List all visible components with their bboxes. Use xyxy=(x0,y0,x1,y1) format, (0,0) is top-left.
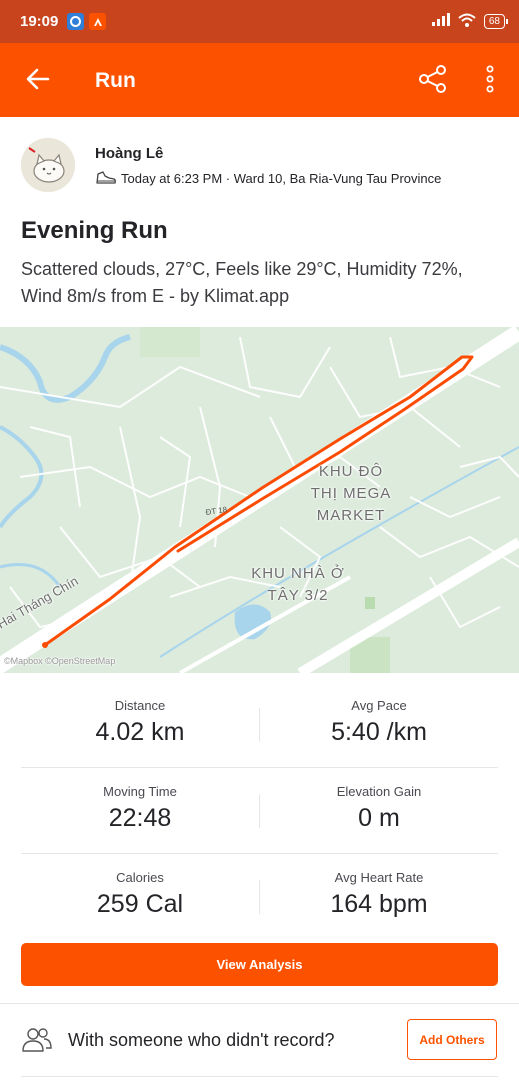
stat-value: 164 bpm xyxy=(330,890,428,918)
map-label-district-1: KHU ĐÔ THỊ MEGA MARKET xyxy=(310,463,392,524)
view-analysis-button[interactable]: View Analysis xyxy=(21,943,498,986)
map-attribution[interactable]: ©Mapbox ©OpenStreetMap xyxy=(4,654,115,668)
stat-label: Distance xyxy=(114,698,166,713)
map-label-district-2: KHU NHÀ Ở TÂY 3/2 xyxy=(251,565,345,604)
stat-value: 259 Cal xyxy=(96,890,184,918)
add-others-row: With someone who didn't record? Add Othe… xyxy=(0,1004,519,1076)
wifi-icon xyxy=(458,13,476,31)
people-icon xyxy=(22,1028,52,1052)
stat-row: Calories 259 Cal Avg Heart Rate 164 bpm xyxy=(21,854,498,939)
add-others-button[interactable]: Add Others xyxy=(407,1019,497,1060)
status-bar: 19:09 68 xyxy=(0,0,519,43)
app-notification-icon xyxy=(67,13,85,30)
app-bar: Run xyxy=(0,43,519,117)
route-start-marker xyxy=(42,642,48,648)
stat-label: Avg Pace xyxy=(351,698,407,713)
back-arrow-icon[interactable] xyxy=(24,65,52,93)
stat-avg-heart-rate: Avg Heart Rate 164 bpm xyxy=(260,854,498,919)
stat-label: Moving Time xyxy=(103,784,177,799)
avatar[interactable] xyxy=(21,138,75,192)
stat-calories: Calories 259 Cal xyxy=(21,854,259,919)
stat-label: Avg Heart Rate xyxy=(334,870,424,885)
athlete-name[interactable]: Hoàng Lê xyxy=(95,145,163,162)
battery-icon: 68 xyxy=(483,14,509,29)
stat-moving-time: Moving Time 22:48 xyxy=(21,768,259,833)
activity-title: Evening Run xyxy=(21,217,168,244)
stat-avg-pace: Avg Pace 5:40 /km xyxy=(260,682,498,747)
divider xyxy=(21,1076,498,1077)
stat-elevation-gain: Elevation Gain 0 m xyxy=(260,768,498,833)
status-time: 19:09 xyxy=(20,13,59,30)
stat-value: 5:40 /km xyxy=(331,718,427,746)
others-prompt: With someone who didn't record? xyxy=(68,1030,335,1050)
stat-row: Distance 4.02 km Avg Pace 5:40 /km xyxy=(21,682,498,768)
activity-description: Scattered clouds, 27°C, Feels like 29°C,… xyxy=(21,259,463,306)
page-title: Run xyxy=(95,69,136,92)
share-icon[interactable] xyxy=(417,63,449,95)
signal-icon xyxy=(431,13,450,30)
stat-label: Elevation Gain xyxy=(336,784,422,799)
stat-distance: Distance 4.02 km xyxy=(21,682,259,747)
stat-label: Calories xyxy=(116,870,164,885)
route-map[interactable]: ĐT 18 KHU ĐÔ THỊ MEGA MARKET KHU NHÀ Ở T… xyxy=(0,327,519,673)
activity-meta: Today at 6:23 PM · Ward 10, Ba Ria-Vung … xyxy=(95,170,441,186)
stat-value: 4.02 km xyxy=(95,718,185,746)
stats-grid: Distance 4.02 km Avg Pace 5:40 /km Movin… xyxy=(21,682,498,939)
more-vertical-icon[interactable] xyxy=(478,63,502,95)
stat-value: 22:48 xyxy=(108,804,172,832)
shoe-icon xyxy=(96,171,116,184)
athlete-header: Hoàng Lê Today at 6:23 PM · Ward 10, Ba … xyxy=(21,138,501,194)
strava-notification-icon xyxy=(89,13,107,30)
activity-meta-text: Today at 6:23 PM · Ward 10, Ba Ria-Vung … xyxy=(121,170,442,186)
stat-value: 0 m xyxy=(358,804,400,832)
stat-row: Moving Time 22:48 Elevation Gain 0 m xyxy=(21,768,498,854)
map-canvas: ĐT 18 xyxy=(0,327,519,673)
